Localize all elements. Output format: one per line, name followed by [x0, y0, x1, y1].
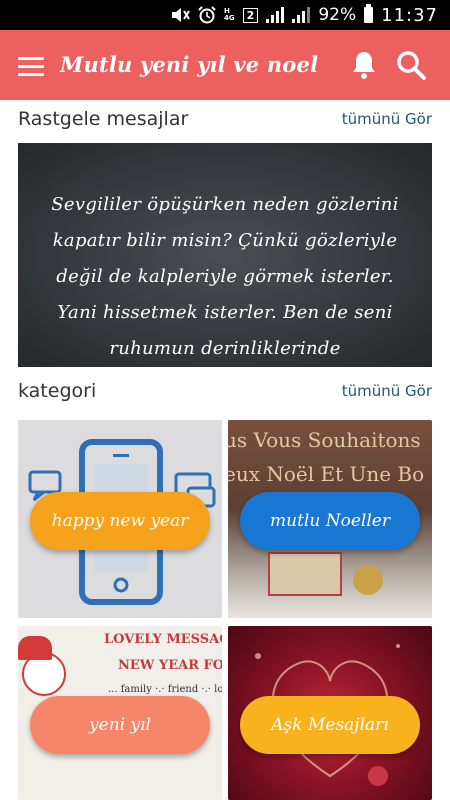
battery-percent: 92% [318, 5, 357, 25]
clock: 11:37 [381, 4, 438, 26]
network-type-indicator: H 4G [224, 7, 235, 22]
search-icon[interactable] [396, 50, 426, 80]
tile-image-text: NEW YEAR FOR : [118, 658, 222, 673]
signal-icon [266, 7, 285, 23]
hamburger-menu-icon[interactable] [18, 57, 44, 76]
status-bar: H 4G 2 92% 11:37 [0, 0, 450, 30]
tile-image-text: ... family ·.· friend ·.· love [108, 684, 222, 695]
category-label-yeni-yil[interactable]: yeni yıl [30, 696, 210, 754]
santa-hat-image [18, 636, 52, 660]
category-label-happy-new-year[interactable]: happy new year [30, 492, 210, 550]
random-message-card[interactable]: Sevgililer öpüşürken neden gözlerini kap… [18, 143, 432, 367]
ornament-image [353, 565, 383, 595]
alarm-icon [198, 6, 216, 24]
tile-image-text: LOVELY MESSAGE [104, 632, 222, 647]
category-tile-mutlu-noeller[interactable]: us Vous Souhaitons eux Noël Et Une Bo mu… [228, 420, 432, 618]
mute-icon [170, 7, 190, 23]
category-tile-yeni-yil[interactable]: LOVELY MESSAGE NEW YEAR FOR : ... family… [18, 626, 222, 800]
gift-box-image [268, 552, 342, 596]
app-bar: Mutlu yeni yıl ve noel [0, 30, 450, 100]
random-message-text: Sevgililer öpüşürken neden gözlerini kap… [51, 194, 399, 359]
category-heading: kategori [18, 380, 97, 402]
category-tile-ask-mesajlari[interactable]: Aşk Mesajları [228, 626, 432, 800]
category-see-all-link[interactable]: tümünü Gör [342, 382, 432, 400]
random-messages-heading: Rastgele mesajlar [18, 108, 189, 130]
app-title: Mutlu yeni yıl ve noel [60, 52, 319, 77]
category-label-ask-mesajlari[interactable]: Aşk Mesajları [240, 696, 420, 754]
category-label-mutlu-noeller[interactable]: mutlu Noeller [240, 492, 420, 550]
bell-icon[interactable] [350, 50, 378, 80]
category-tile-happy-new-year[interactable]: happy new year [18, 420, 222, 618]
signal-icon-2 [292, 7, 311, 23]
tile-image-text: us Vous Souhaitons [228, 428, 421, 452]
random-messages-see-all-link[interactable]: tümünü Gör [342, 110, 432, 128]
battery-icon [364, 4, 374, 23]
tile-image-text: eux Noël Et Une Bo [228, 462, 425, 486]
sim-badge: 2 [242, 7, 259, 23]
